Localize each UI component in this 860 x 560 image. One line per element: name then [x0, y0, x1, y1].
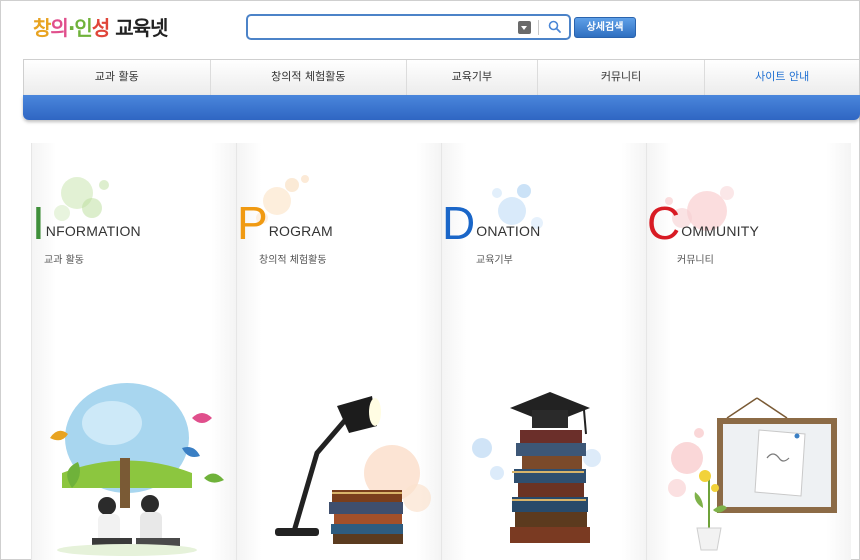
- nav-submenu-bar: [23, 95, 860, 120]
- keyboard-dropdown-icon[interactable]: [518, 21, 531, 34]
- nav-item-donation[interactable]: 교육기부: [407, 60, 538, 95]
- logo-char: ·: [67, 16, 76, 40]
- category-title: ROGRAM: [268, 223, 333, 239]
- category-initial: C: [647, 197, 681, 249]
- search-separator: [538, 20, 539, 35]
- bulletin-board-icon: [668, 397, 837, 551]
- site-logo[interactable]: 창 의 · 인 성 교육넷: [33, 12, 168, 41]
- logo-char: 성: [91, 16, 110, 40]
- category-title: ONATION: [476, 223, 541, 239]
- nav-item-community[interactable]: 커뮤니티: [538, 60, 706, 95]
- search-icon[interactable]: [546, 18, 564, 36]
- graduation-books-icon: [472, 392, 601, 543]
- logo-char: 창: [33, 16, 51, 40]
- desk-lamp-books-icon: [275, 396, 431, 544]
- category-initial: D: [442, 197, 476, 249]
- category-subtitle: 커뮤니티: [677, 255, 714, 266]
- nav-item-creative-activities[interactable]: 창의적 체험활동: [211, 60, 408, 95]
- category-program[interactable]: P ROGRAM 창의적 체험활동: [236, 143, 441, 560]
- logo-char: 교육넷: [109, 16, 168, 40]
- search-box: [246, 14, 571, 40]
- logo-char: 인: [74, 16, 92, 40]
- category-title: OMMUNITY: [681, 223, 760, 239]
- category-initial: I: [32, 197, 45, 249]
- nav-item-curriculum[interactable]: 교과 활동: [24, 60, 211, 95]
- logo-char: 의: [50, 16, 68, 40]
- category-initial: P: [237, 197, 268, 249]
- category-subtitle: 교과 활동: [44, 255, 84, 266]
- category-panel: I NFORMATION 교과 활동 P ROGRAM 창의적 체험활동 D O…: [31, 143, 853, 560]
- search-input[interactable]: [256, 19, 506, 37]
- globe-tree-icon: [50, 383, 224, 556]
- category-information[interactable]: I NFORMATION 교과 활동: [31, 143, 236, 560]
- category-community[interactable]: C OMMUNITY 커뮤니티: [646, 143, 851, 560]
- category-subtitle: 교육기부: [476, 255, 513, 266]
- main-nav: 교과 활동 창의적 체험활동 교육기부 커뮤니티 사이트 안내: [23, 59, 860, 95]
- category-title: NFORMATION: [45, 223, 141, 239]
- category-subtitle: 창의적 체험활동: [259, 255, 327, 266]
- detail-search-button[interactable]: 상세검색: [574, 17, 636, 38]
- nav-item-site-guide[interactable]: 사이트 안내: [705, 60, 859, 95]
- category-donation[interactable]: D ONATION 교육기부: [441, 143, 646, 560]
